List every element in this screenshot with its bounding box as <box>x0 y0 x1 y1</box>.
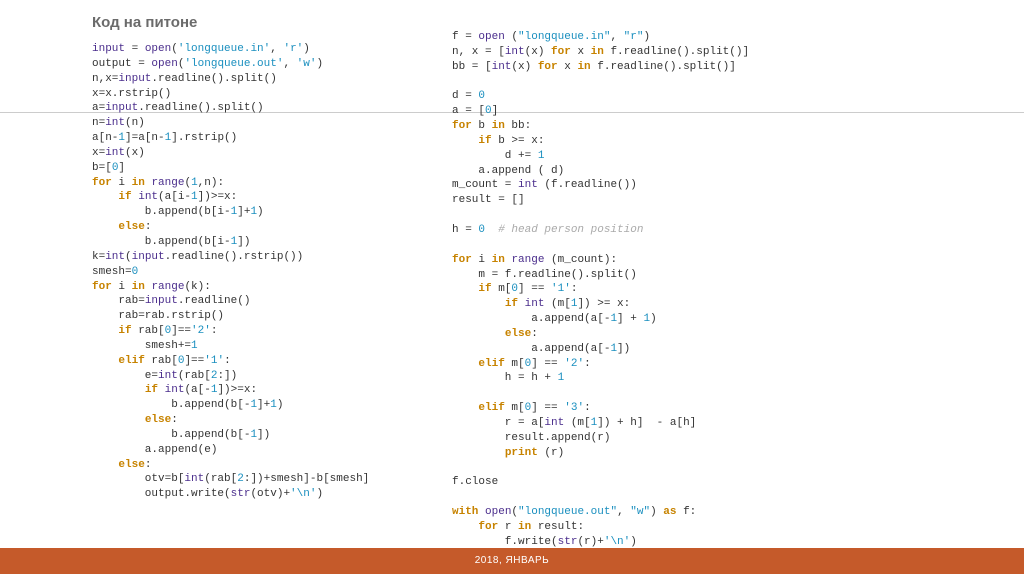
code-column-right: f = open ("longqueue.in", "r") n, x = [i… <box>452 30 852 550</box>
slide-title: Код на питоне <box>92 14 197 31</box>
code-column-left: input = open('longqueue.in', 'r') output… <box>92 42 402 550</box>
code-container: input = open('longqueue.in', 'r') output… <box>92 42 984 550</box>
footer: 2018, ЯНВАРЬ <box>0 548 1024 574</box>
